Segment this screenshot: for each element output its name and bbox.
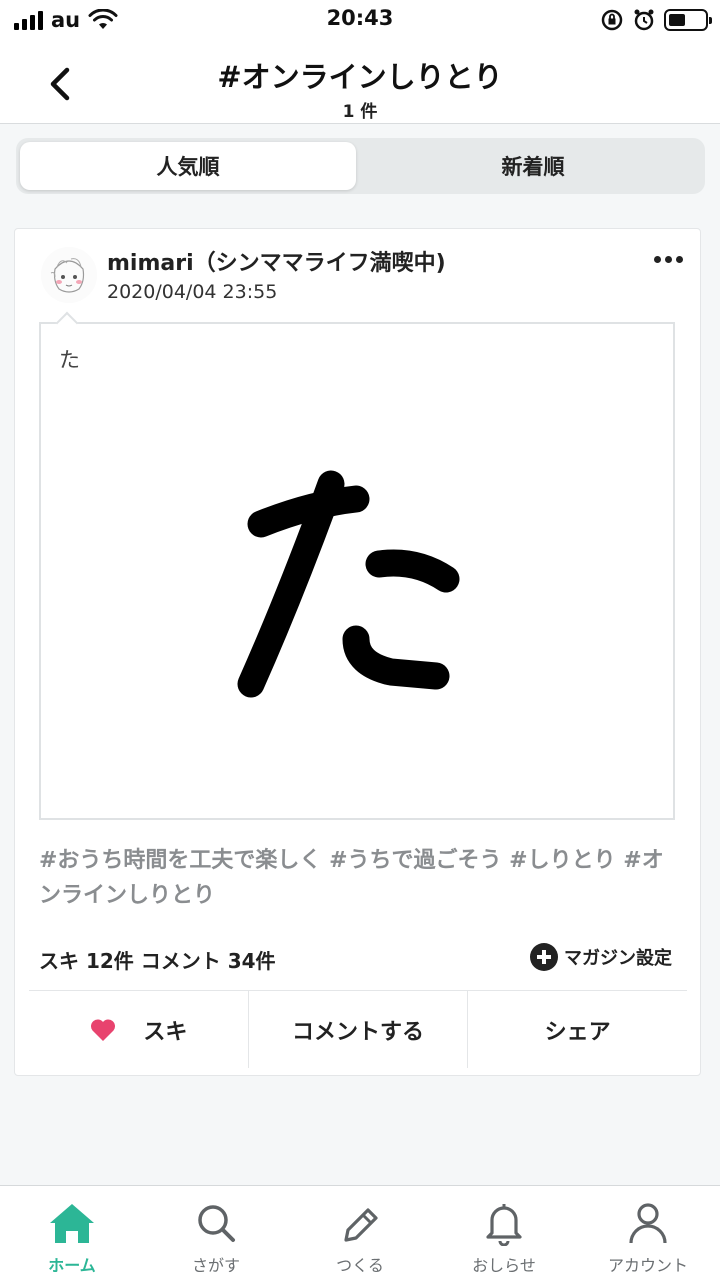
alarm-icon: [634, 9, 654, 31]
tab-search-label: さがす: [191, 1256, 240, 1275]
orientation-lock-icon: [601, 9, 623, 31]
post-image-ta: [237, 470, 460, 698]
tab-notifications-label: おしらせ: [472, 1256, 536, 1275]
post-card[interactable]: mimari（シンママライフ満喫中) 2020/04/04 23:55 た #お…: [14, 228, 701, 1076]
tab-search[interactable]: さがす: [144, 1186, 288, 1280]
sort-segment: 人気順 新着順: [16, 138, 705, 194]
avatar[interactable]: [41, 247, 97, 303]
heart-icon: [91, 1018, 116, 1041]
post-content[interactable]: た: [39, 322, 675, 820]
bell-icon: [486, 1204, 522, 1246]
pencil-icon: [344, 1208, 378, 1242]
magazine-settings-label: マガジン設定: [564, 948, 672, 969]
like-button[interactable]: スキ: [29, 991, 248, 1068]
tab-newest[interactable]: 新着順: [365, 142, 701, 190]
comment-button[interactable]: コメントする: [247, 991, 468, 1068]
tab-notifications[interactable]: おしらせ: [432, 1186, 576, 1280]
page-title: #オンラインしりとり: [217, 60, 503, 94]
post-hashtags[interactable]: #おうち時間を工夫で楽しく #うちで過ごそう #しりとり #オンラインしりとり: [39, 843, 679, 913]
nav-header: #オンラインしりとり 1 件: [0, 44, 720, 124]
tab-create[interactable]: つくる: [288, 1186, 432, 1280]
like-label: スキ: [143, 1019, 188, 1045]
tab-home[interactable]: ホーム: [0, 1186, 144, 1280]
tab-account[interactable]: アカウント: [576, 1186, 720, 1280]
post-text: た: [59, 348, 80, 372]
magazine-settings-button[interactable]: マガジン設定: [530, 943, 672, 971]
tab-popular[interactable]: 人気順: [20, 142, 356, 190]
status-right: [600, 8, 712, 32]
home-icon: [50, 1204, 94, 1243]
tab-home-label: ホーム: [48, 1256, 96, 1275]
bottom-tab-bar: ホーム さがす つくる おしらせ アカウント: [0, 1185, 720, 1280]
account-icon: [629, 1203, 667, 1244]
comment-label: コメントする: [292, 1019, 425, 1045]
tab-account-label: アカウント: [607, 1256, 688, 1275]
share-button[interactable]: シェア: [467, 991, 687, 1068]
post-stats[interactable]: スキ 12件 コメント 34件: [39, 945, 276, 974]
more-options-button[interactable]: [648, 247, 688, 271]
post-actions: スキ コメントする シェア: [29, 990, 687, 1068]
search-icon: [198, 1205, 235, 1242]
author-name[interactable]: mimari（シンママライフ満喫中): [107, 245, 446, 277]
avatar-illustration: [41, 247, 97, 303]
result-count: 1 件: [342, 102, 378, 122]
tab-create-label: つくる: [336, 1256, 384, 1275]
status-bar: au 20:43: [0, 0, 720, 44]
battery-icon: [664, 9, 712, 31]
share-label: シェア: [544, 1019, 611, 1045]
post-date: 2020/04/04 23:55: [107, 281, 278, 303]
plus-circle-icon: [530, 943, 558, 971]
